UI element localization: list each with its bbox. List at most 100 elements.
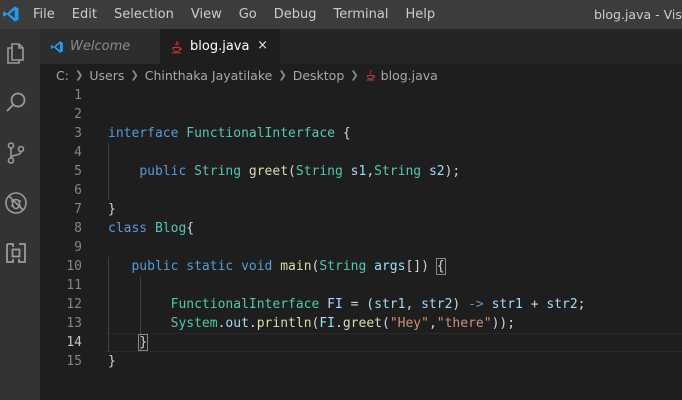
code-line[interactable]: public String greet(String s1,String s2)… xyxy=(108,162,460,181)
code-editor[interactable]: 1 2 3 4 5 6 7 8 9 10 11 12 13 14 15 interface Function… xyxy=(40,86,682,400)
code-line[interactable]: } xyxy=(108,200,116,219)
menu-go[interactable]: Go xyxy=(239,7,257,22)
matched-bracket: } xyxy=(138,334,149,351)
code-token: )); xyxy=(491,316,516,331)
code-token: String xyxy=(194,164,249,179)
breadcrumb: C: ❯ Users ❯ Chinthaka Jayatilake ❯ Desk… xyxy=(40,64,682,86)
line-number: 9 xyxy=(74,240,82,255)
code-token: , xyxy=(428,316,437,331)
code-token: "Hey" xyxy=(389,316,429,331)
java-icon xyxy=(366,69,375,81)
breadcrumb-user-folder[interactable]: Chinthaka Jayatilake xyxy=(145,68,273,83)
line-number: 15 xyxy=(66,354,82,369)
line-number: 7 xyxy=(74,202,82,217)
menu-edit[interactable]: Edit xyxy=(72,7,97,22)
code-token: ) xyxy=(452,297,469,312)
extensions-icon[interactable] xyxy=(4,241,28,265)
code-token: str2 xyxy=(546,297,578,312)
code-line[interactable]: } xyxy=(108,333,149,352)
code-token: = ( xyxy=(342,297,375,312)
code-token: + xyxy=(522,297,547,312)
code-token: String xyxy=(374,164,429,179)
chevron-right-icon: ❯ xyxy=(350,69,359,81)
code-token: []) xyxy=(405,259,437,274)
source-control-icon[interactable] xyxy=(4,141,28,165)
matched-bracket: { xyxy=(435,258,446,275)
code-token: { xyxy=(335,126,351,141)
menu-help[interactable]: Help xyxy=(405,7,435,22)
debug-icon[interactable] xyxy=(4,191,28,215)
line-number: 11 xyxy=(66,278,82,293)
line-number: 2 xyxy=(74,107,82,122)
vscode-logo-icon[interactable] xyxy=(2,5,20,23)
line-number: 13 xyxy=(66,316,82,331)
menu-view[interactable]: View xyxy=(191,7,222,22)
explorer-icon[interactable] xyxy=(4,41,28,65)
line-number: 10 xyxy=(66,259,82,274)
code-token: -> xyxy=(468,297,484,312)
code-token: ); xyxy=(444,164,461,179)
code-token: } xyxy=(108,202,116,217)
tab-blog-java-label: blog.java xyxy=(190,39,250,54)
code-token: args xyxy=(374,259,406,274)
code-token: ( xyxy=(381,316,390,331)
code-line[interactable]: class Blog{ xyxy=(108,219,194,238)
code-token: interface xyxy=(108,126,187,141)
close-icon[interactable]: × xyxy=(257,38,268,53)
code-token: ( xyxy=(288,164,296,179)
code-token: String xyxy=(295,164,351,179)
code-token: FunctionalInterface xyxy=(170,297,328,312)
code-token: FI xyxy=(319,316,336,331)
breadcrumb-file[interactable]: blog.java xyxy=(381,68,438,83)
tab-welcome[interactable]: Welcome xyxy=(40,29,160,64)
line-number: 1 xyxy=(74,88,82,103)
menu-terminal[interactable]: Terminal xyxy=(334,7,389,22)
current-line-highlight xyxy=(106,333,682,352)
code-token: FunctionalInterface xyxy=(186,126,335,141)
code-line[interactable]: System.out.println(FI.greet("Hey","there… xyxy=(108,314,515,333)
code-line[interactable]: interface FunctionalInterface { xyxy=(108,124,351,143)
menu-selection[interactable]: Selection xyxy=(114,7,174,22)
code-line[interactable]: public static void main(String args[]) { xyxy=(108,257,446,276)
line-number: 14 xyxy=(66,335,82,350)
code-token: println xyxy=(256,316,312,331)
code-token: . xyxy=(335,316,343,331)
menu-debug[interactable]: Debug xyxy=(274,7,317,22)
breadcrumb-drive[interactable]: C: xyxy=(56,68,69,83)
breadcrumb-users[interactable]: Users xyxy=(89,68,124,83)
code-line[interactable]: } xyxy=(108,352,116,371)
code-token: greet xyxy=(342,316,382,331)
line-number: 6 xyxy=(74,183,82,198)
code-token: greet xyxy=(248,164,289,179)
line-number: 8 xyxy=(74,221,82,236)
chevron-right-icon: ❯ xyxy=(74,69,84,81)
title-bar: File Edit Selection View Go Debug Termin… xyxy=(0,0,682,29)
code-token: static xyxy=(186,259,242,274)
code-token: { xyxy=(186,221,195,236)
vscode-icon xyxy=(50,40,63,53)
activity-bar xyxy=(0,29,40,400)
menu-file[interactable]: File xyxy=(33,7,55,22)
code-token: str1 xyxy=(491,297,523,312)
search-icon[interactable] xyxy=(4,91,28,115)
code-token: str2 xyxy=(421,297,453,312)
code-token: ; xyxy=(577,297,586,312)
breadcrumb-desktop[interactable]: Desktop xyxy=(293,68,345,83)
line-number: 5 xyxy=(74,164,82,179)
code-token: public xyxy=(131,259,187,274)
tab-blog-java[interactable]: blog.java × xyxy=(160,29,280,64)
line-number: 3 xyxy=(74,126,82,141)
code-token: void xyxy=(241,259,281,274)
code-token: class xyxy=(108,221,155,236)
tab-welcome-label: Welcome xyxy=(70,39,131,54)
code-token: "there" xyxy=(436,316,492,331)
java-icon xyxy=(171,40,182,53)
code-line[interactable]: FunctionalInterface FI = (str1, str2) ->… xyxy=(108,295,586,314)
line-number: 12 xyxy=(66,297,82,312)
code-token: Blog xyxy=(154,221,187,236)
code-token: , xyxy=(405,297,422,312)
code-token: main xyxy=(280,259,312,274)
chevron-right-icon: ❯ xyxy=(130,69,139,81)
code-token: String xyxy=(319,259,375,274)
